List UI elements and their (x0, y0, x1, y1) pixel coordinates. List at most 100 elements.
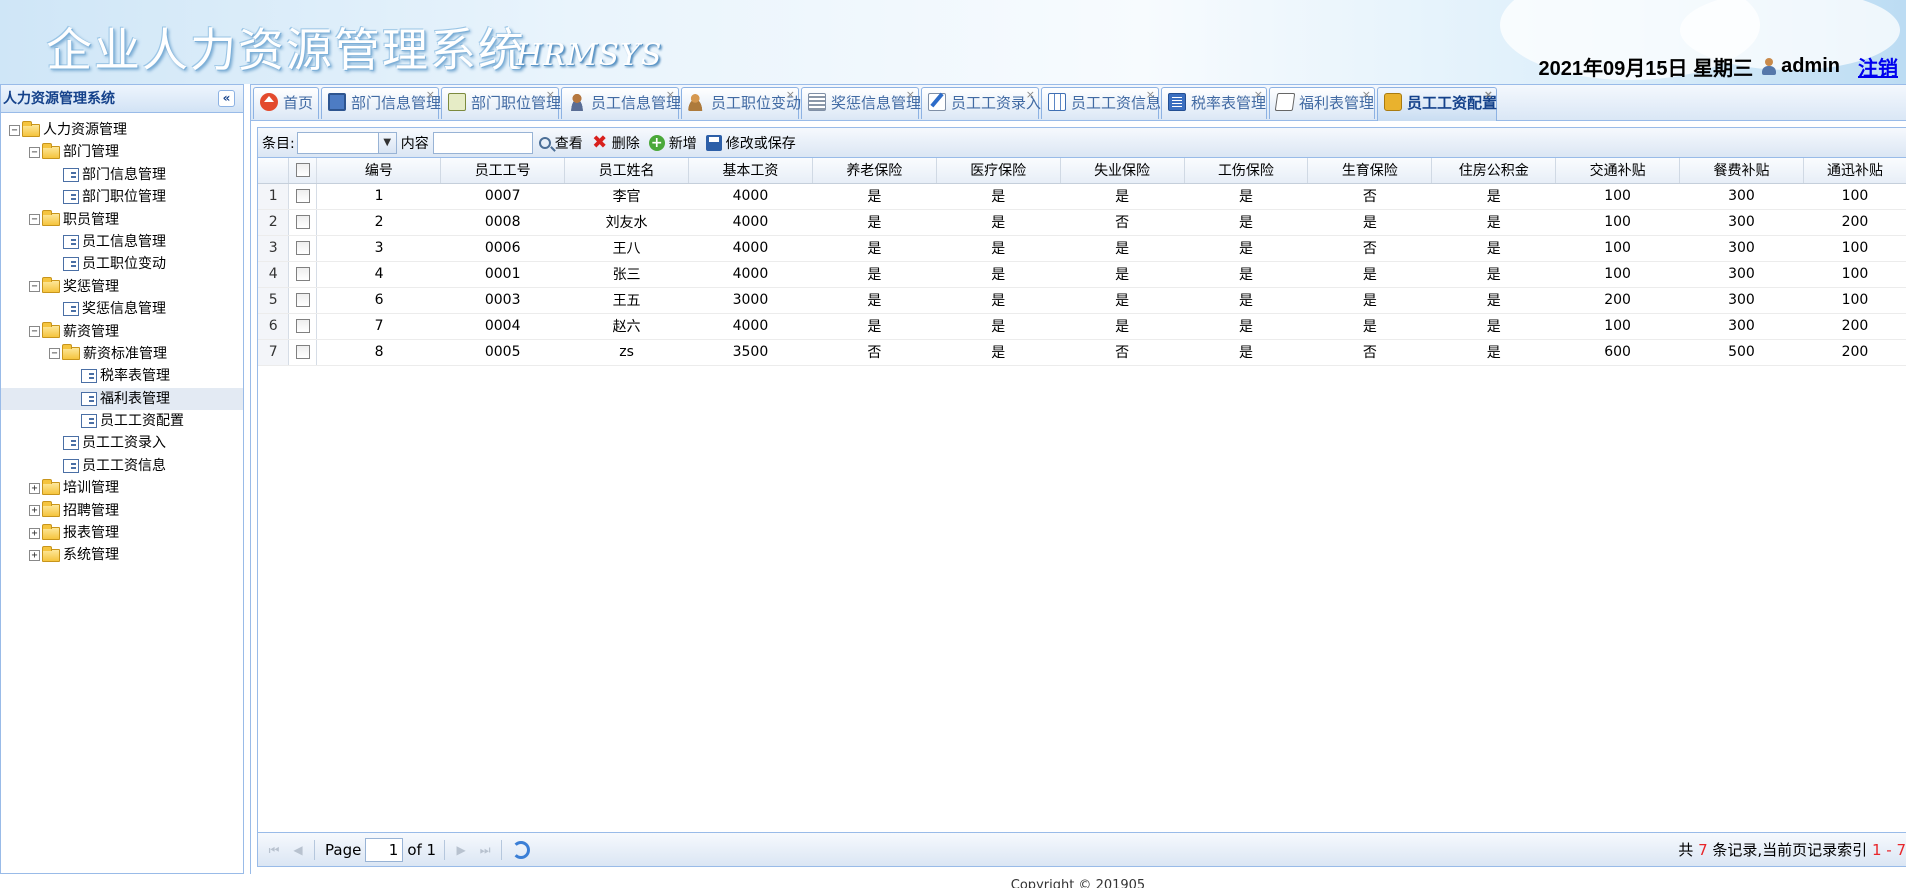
tree-node[interactable]: − 薪资管理 (1, 321, 243, 343)
tree-node[interactable]: 员工职位变动 (1, 253, 243, 275)
tree-node[interactable]: 税率表管理 (1, 365, 243, 387)
collapse-icon[interactable]: − (29, 146, 40, 158)
column-header[interactable]: 医疗保险 (936, 158, 1061, 184)
tab-item[interactable]: 员工工资信息 × (1041, 87, 1161, 119)
tree-node-label: 税率表管理 (100, 368, 170, 385)
row-checkbox[interactable] (295, 215, 310, 229)
column-header[interactable]: 编号 (316, 158, 442, 184)
row-checkbox[interactable] (295, 293, 310, 307)
column-header[interactable]: 员工工号 (440, 158, 566, 184)
tab-item[interactable]: 员工职位变动 × (681, 87, 801, 119)
row-checkbox[interactable] (295, 345, 310, 359)
close-icon[interactable]: × (1362, 80, 1371, 110)
tree-node[interactable]: 部门信息管理 (1, 164, 243, 186)
tree-node[interactable]: 员工工资配置 (1, 410, 243, 432)
chevron-down-icon[interactable]: ▼ (377, 132, 396, 153)
column-header[interactable]: 员工姓名 (564, 158, 689, 184)
close-icon[interactable]: × (426, 80, 435, 110)
tab-item[interactable]: 部门信息管理 × (321, 87, 441, 119)
tree-node[interactable]: − 职员管理 (1, 209, 243, 231)
table-row[interactable]: 5 6 0003 王五 3000 是是是是是是 200 300 100 (258, 287, 1906, 314)
close-icon[interactable]: × (546, 80, 555, 110)
row-checkbox[interactable] (295, 189, 310, 203)
tab-item[interactable]: 奖惩信息管理 × (801, 87, 921, 119)
content-input[interactable] (432, 131, 533, 154)
table-row[interactable]: 4 4 0001 张三 4000 是是是是是是 100 300 100 (258, 261, 1906, 288)
collapse-icon[interactable]: − (29, 214, 40, 226)
prev-page-icon[interactable]: ◀ (290, 842, 306, 858)
table-cell: 是 (1431, 313, 1556, 340)
column-header[interactable]: 失业保险 (1060, 158, 1185, 184)
column-header[interactable]: 基本工资 (688, 158, 813, 184)
collapse-icon[interactable]: − (29, 326, 40, 338)
add-button[interactable]: + 新增 (648, 133, 697, 153)
tree-node[interactable]: 员工工资信息 (1, 455, 243, 477)
table-row[interactable]: 2 2 0008 刘友水 4000 是是否是是是 100 300 200 (258, 209, 1906, 236)
column-header[interactable]: 生育保险 (1307, 158, 1433, 184)
tree-node[interactable]: 员工信息管理 (1, 231, 243, 253)
tree-node[interactable]: + 系统管理 (1, 544, 243, 566)
close-icon[interactable]: × (666, 80, 675, 110)
close-icon[interactable]: × (786, 80, 795, 110)
column-header[interactable]: 交通补贴 (1555, 158, 1681, 184)
delete-button[interactable]: ✖ 删除 (592, 133, 640, 153)
tab-item[interactable]: 税率表管理 × (1161, 87, 1267, 119)
tree-node[interactable]: + 招聘管理 (1, 500, 243, 522)
field-select[interactable]: ▼ (296, 131, 397, 154)
collapse-icon[interactable]: − (9, 124, 20, 136)
table-row[interactable]: 3 3 0006 王八 4000 是是是是否是 100 300 100 (258, 235, 1906, 262)
table-row[interactable]: 7 8 0005 zs 3500 否是否是否是 600 500 200 (258, 339, 1906, 366)
column-header[interactable]: 通迅补贴 (1803, 158, 1906, 184)
app-header: 企业人力资源管理系统 HRMSYS 2021年09月15日 星期三 admin … (0, 0, 1906, 84)
column-header[interactable]: 住房公积金 (1431, 158, 1557, 184)
close-icon[interactable]: × (1254, 80, 1263, 110)
collapse-icon[interactable]: − (49, 348, 60, 360)
tab-item[interactable]: 首页 (253, 87, 319, 119)
select-all-checkbox[interactable] (295, 163, 310, 178)
close-icon[interactable]: × (1484, 80, 1493, 110)
first-page-icon[interactable]: ⏮ (266, 842, 282, 858)
close-icon[interactable]: × (1026, 80, 1035, 110)
expand-icon[interactable]: + (29, 505, 40, 517)
tree-node[interactable]: − 奖惩管理 (1, 276, 243, 298)
view-button[interactable]: 查看 (538, 133, 583, 153)
table-row[interactable]: 6 7 0004 赵六 4000 是是是是是是 100 300 200 (258, 313, 1906, 340)
tree-node[interactable]: − 人力资源管理 (1, 119, 243, 141)
tab-item[interactable]: 员工工资配置 × (1377, 87, 1497, 121)
tab-item[interactable]: 福利表管理 × (1269, 87, 1375, 119)
tree-node[interactable]: 部门职位管理 (1, 186, 243, 208)
collapse-icon[interactable]: − (29, 281, 40, 293)
page-icon (81, 369, 97, 384)
next-page-icon[interactable]: ▶ (453, 842, 469, 858)
row-checkbox[interactable] (295, 267, 310, 281)
tree-node-label: 薪资标准管理 (83, 345, 167, 362)
column-header[interactable]: 餐费补贴 (1679, 158, 1804, 184)
tree-node[interactable]: + 培训管理 (1, 477, 243, 499)
save-button[interactable]: 修改或保存 (705, 133, 796, 153)
column-header[interactable]: 工伤保险 (1184, 158, 1309, 184)
tab-item[interactable]: 员工工资录入 × (921, 87, 1041, 119)
tab-item[interactable]: 员工信息管理 × (561, 87, 681, 119)
row-checkbox[interactable] (295, 319, 310, 333)
expand-icon[interactable]: + (29, 482, 40, 494)
tree-node[interactable]: 福利表管理 (1, 387, 243, 411)
refresh-icon[interactable] (512, 840, 531, 859)
expand-icon[interactable]: + (29, 527, 40, 539)
tab-item[interactable]: 部门职位管理 × (441, 87, 561, 119)
close-icon[interactable]: × (906, 80, 915, 110)
row-checkbox[interactable] (295, 241, 310, 255)
column-header[interactable]: 养老保险 (812, 158, 937, 184)
collapse-sidebar-icon[interactable]: « (218, 90, 235, 107)
tree-node[interactable]: 奖惩信息管理 (1, 298, 243, 320)
table-cell: 是 (1307, 287, 1432, 314)
logout-link[interactable]: 注销 (1858, 52, 1898, 81)
expand-icon[interactable]: + (29, 549, 40, 561)
page-number-input[interactable]: 1 (365, 837, 404, 862)
close-icon[interactable]: × (1146, 80, 1155, 110)
last-page-icon[interactable]: ⏭ (477, 842, 493, 858)
table-row[interactable]: 1 1 0007 李官 4000 是是是是否是 100 300 100 (258, 183, 1906, 210)
tree-node[interactable]: 员工工资录入 (1, 432, 243, 454)
tree-node[interactable]: + 报表管理 (1, 522, 243, 544)
tree-node[interactable]: − 薪资标准管理 (1, 343, 243, 365)
tree-node[interactable]: − 部门管理 (1, 141, 243, 163)
